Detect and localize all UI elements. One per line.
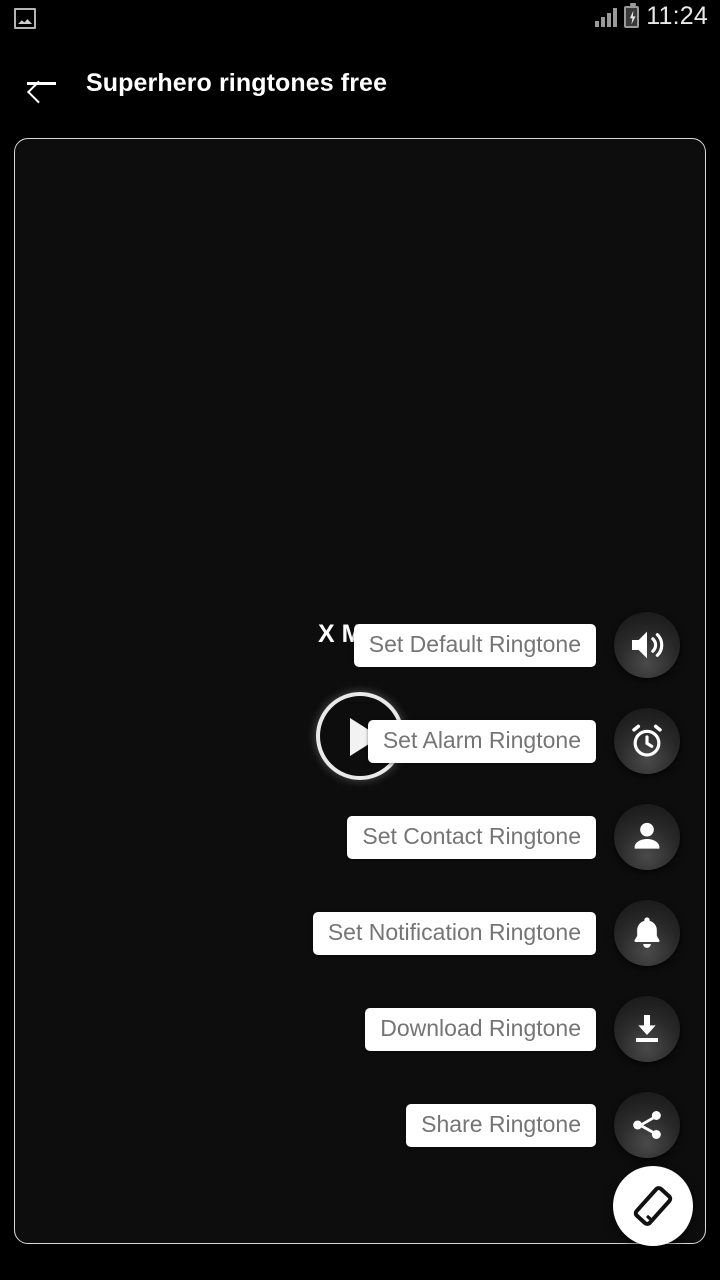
download-icon-button[interactable] <box>614 996 680 1062</box>
bell-icon <box>634 917 660 948</box>
action-label-set-notification-ringtone[interactable]: Set Notification Ringtone <box>312 911 596 955</box>
action-label-share-ringtone[interactable]: Share Ringtone <box>406 1103 596 1147</box>
alarm-clock-icon <box>632 724 662 757</box>
action-rows: Set Default Ringtone Set Alarm Ringtone <box>0 0 720 1280</box>
action-row-set-alarm-ringtone[interactable]: Set Alarm Ringtone <box>367 708 680 774</box>
share-icon <box>633 1111 661 1139</box>
action-row-set-default-ringtone[interactable]: Set Default Ringtone <box>353 612 680 678</box>
share-icon-button[interactable] <box>614 1092 680 1158</box>
volume-up-icon <box>632 631 664 659</box>
person-icon <box>634 822 660 849</box>
bell-icon-button[interactable] <box>614 900 680 966</box>
action-row-set-notification-ringtone[interactable]: Set Notification Ringtone <box>312 900 680 966</box>
action-label-set-contact-ringtone[interactable]: Set Contact Ringtone <box>347 815 596 859</box>
alarm-clock-icon-button[interactable] <box>614 708 680 774</box>
action-label-download-ringtone[interactable]: Download Ringtone <box>365 1007 596 1051</box>
action-label-set-alarm-ringtone[interactable]: Set Alarm Ringtone <box>367 719 596 763</box>
screen-rotation-icon <box>633 1186 673 1226</box>
app-screen: 11:24 Superhero ringtones free X M Set D… <box>0 0 720 1280</box>
action-label-set-default-ringtone[interactable]: Set Default Ringtone <box>353 623 596 667</box>
action-row-share-ringtone[interactable]: Share Ringtone <box>406 1092 680 1158</box>
download-icon <box>636 1015 658 1042</box>
volume-up-icon-button[interactable] <box>614 612 680 678</box>
person-icon-button[interactable] <box>614 804 680 870</box>
screen-rotation-fab[interactable] <box>613 1166 693 1246</box>
action-row-download-ringtone[interactable]: Download Ringtone <box>365 996 680 1062</box>
action-row-set-contact-ringtone[interactable]: Set Contact Ringtone <box>347 804 680 870</box>
